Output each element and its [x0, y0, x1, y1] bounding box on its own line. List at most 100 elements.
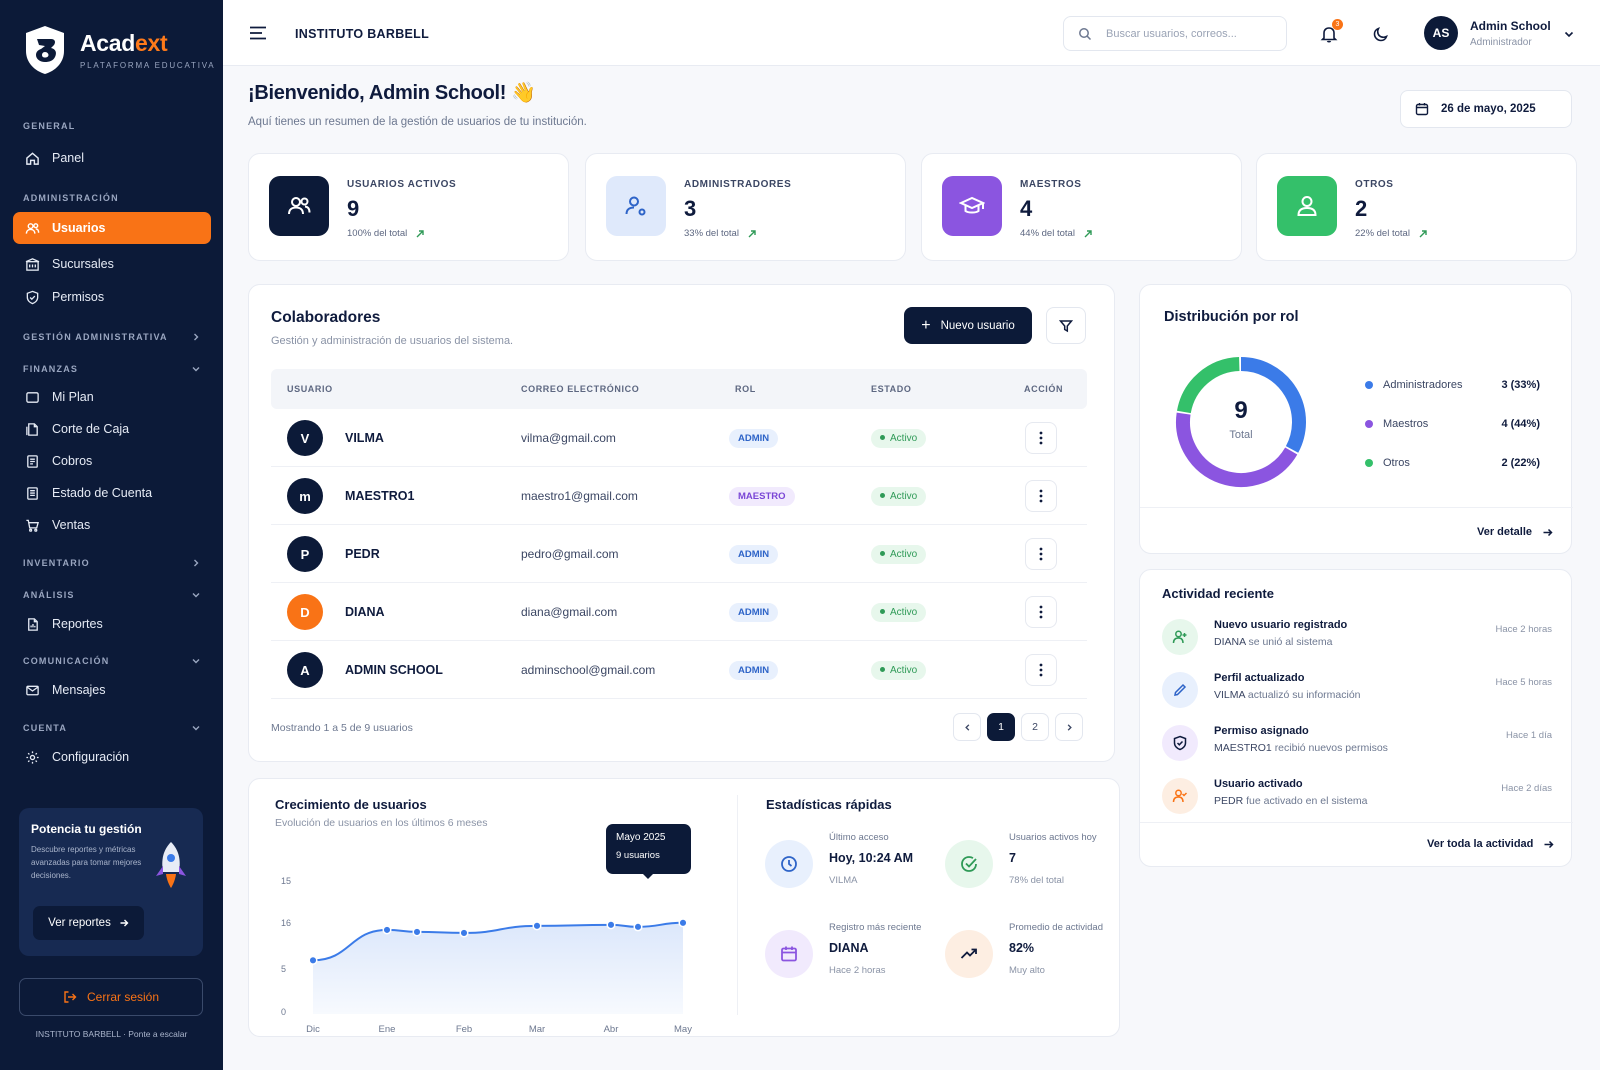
table-row[interactable]: V VILMA vilma@gmail.com ADMIN Activo — [271, 409, 1087, 467]
sidebar-item-panel[interactable]: Panel — [13, 142, 211, 174]
logout-button[interactable]: Cerrar sesión — [19, 978, 203, 1016]
sidebar-item-mensajes[interactable]: Mensajes — [13, 674, 211, 706]
section-finanzas[interactable]: FINANZAS — [23, 364, 201, 374]
status-badge: Activo — [871, 429, 927, 448]
chevron-right-icon — [194, 333, 199, 341]
quick-stat-sub: VILMA — [829, 875, 858, 886]
section-cuenta[interactable]: CUENTA — [23, 723, 201, 733]
sidebar-item-ventas[interactable]: Ventas — [13, 509, 211, 541]
section-analisis[interactable]: ANÁLISIS — [23, 590, 201, 600]
distribution-title: Distribución por rol — [1164, 309, 1299, 325]
check-circle-icon — [961, 856, 977, 872]
brand-logo[interactable]: Acadext PLATAFORMA EDUCATIVA — [22, 24, 215, 76]
view-all-activity-link[interactable]: Ver toda la actividad — [1427, 838, 1554, 850]
pagination-next[interactable] — [1055, 713, 1083, 741]
stat-value: 9 — [347, 196, 360, 221]
table-row[interactable]: A ADMIN SCHOOL adminschool@gmail.com ADM… — [271, 641, 1087, 699]
stat-card-active-users: USUARIOS ACTIVOS 9 100% del total — [248, 153, 569, 261]
quick-stat-sub: Hace 2 horas — [829, 965, 886, 976]
stat-value: 4 — [1020, 196, 1033, 221]
pagination-page[interactable]: 2 — [1021, 713, 1049, 741]
sidebar-item-usuarios[interactable]: Usuarios — [13, 212, 211, 244]
receipt-icon — [27, 454, 38, 468]
user-name[interactable]: Admin School — [1470, 19, 1551, 33]
quick-stat-icon-box — [765, 840, 813, 888]
brand-name: Acadext — [80, 30, 168, 56]
table-row[interactable]: P PEDR pedro@gmail.com ADMIN Activo — [271, 525, 1087, 583]
section-gestion[interactable]: GESTIÓN ADMINISTRATIVA — [23, 332, 201, 342]
user-email: adminschool@gmail.com — [521, 663, 656, 677]
sidebar-item-miplan[interactable]: Mi Plan — [13, 381, 211, 413]
x-tick-label: Abr — [604, 1024, 619, 1035]
col-rol[interactable]: ROL — [735, 384, 756, 394]
quick-stat-value: DIANA — [829, 941, 869, 955]
section-comunicacion[interactable]: COMUNICACIÓN — [23, 656, 201, 666]
donut-center-value: 9 — [1234, 397, 1248, 424]
activity-item[interactable]: Permiso asignado MAESTRO1 recibió nuevos… — [1162, 725, 1552, 775]
sidebar-item-corte[interactable]: Corte de Caja — [13, 413, 211, 445]
activity-item[interactable]: Perfil actualizado VILMA actualizó su in… — [1162, 672, 1552, 722]
user-email: maestro1@gmail.com — [521, 489, 638, 503]
sidebar-item-configuracion[interactable]: Configuración — [13, 741, 211, 773]
section-general: GENERAL — [23, 121, 76, 131]
date-picker[interactable]: 26 de mayo, 2025 — [1400, 90, 1572, 128]
pagination-page[interactable]: 1 — [987, 713, 1015, 741]
sidebar-item-permisos[interactable]: Permisos — [13, 281, 211, 313]
data-point[interactable] — [382, 925, 392, 935]
data-point[interactable] — [412, 927, 422, 937]
col-estado[interactable]: ESTADO — [871, 384, 911, 394]
data-point[interactable] — [532, 921, 542, 931]
growth-title: Crecimiento de usuarios — [275, 797, 427, 812]
row-actions-button[interactable] — [1025, 654, 1057, 686]
filter-button[interactable] — [1046, 307, 1086, 344]
data-point[interactable] — [606, 920, 616, 930]
user-name: ADMIN SCHOOL — [345, 663, 443, 677]
table-row[interactable]: D DIANA diana@gmail.com ADMIN Activo — [271, 583, 1087, 641]
menu-icon[interactable] — [249, 26, 267, 40]
legend-swatch — [1365, 420, 1373, 428]
data-point[interactable] — [633, 922, 643, 932]
search-input[interactable]: Buscar usuarios, correos... — [1063, 16, 1287, 51]
row-actions-button[interactable] — [1025, 596, 1057, 628]
activity-item[interactable]: Nuevo usuario registrado DIANA se unió a… — [1162, 619, 1552, 669]
stat-card-admins: ADMINISTRADORES 3 33% del total — [585, 153, 906, 261]
new-user-button[interactable]: + Nuevo usuario — [904, 307, 1032, 344]
stat-subtext: 44% del total — [1020, 228, 1093, 239]
user-icon — [1297, 196, 1317, 216]
row-actions-button[interactable] — [1025, 538, 1057, 570]
sidebar-item-label: Configuración — [52, 750, 130, 764]
trend-up-icon — [1084, 229, 1092, 237]
pagination-prev[interactable] — [953, 713, 981, 741]
moon-icon[interactable] — [1372, 25, 1390, 43]
avatar[interactable]: AS — [1424, 16, 1458, 50]
col-usuario[interactable]: USUARIO — [287, 384, 333, 394]
data-point[interactable] — [308, 955, 318, 965]
sidebar: Acadext PLATAFORMA EDUCATIVA GENERAL Pan… — [0, 0, 223, 1070]
table-row[interactable]: m MAESTRO1 maestro1@gmail.com MAESTRO Ac… — [271, 467, 1087, 525]
search-placeholder: Buscar usuarios, correos... — [1106, 27, 1237, 40]
activity-icon-box — [1162, 778, 1198, 814]
col-correo[interactable]: CORREO ELECTRÓNICO — [521, 384, 639, 394]
data-point[interactable] — [459, 928, 469, 938]
sidebar-item-cobros[interactable]: Cobros — [13, 445, 211, 477]
x-tick-label: May — [674, 1024, 692, 1035]
row-actions-button[interactable] — [1025, 422, 1057, 454]
plus-icon: + — [921, 316, 931, 334]
chevron-down-icon — [192, 659, 200, 664]
sidebar-item-sucursales[interactable]: Sucursales — [13, 248, 211, 280]
chevron-down-icon[interactable] — [1563, 28, 1575, 40]
sidebar-item-label: Usuarios — [52, 221, 106, 235]
sidebar-item-estado[interactable]: Estado de Cuenta — [13, 477, 211, 509]
section-inventario[interactable]: INVENTARIO — [23, 558, 201, 568]
view-reports-button[interactable]: Ver reportes — [33, 906, 144, 940]
x-tick-label: Ene — [379, 1024, 396, 1035]
activity-item[interactable]: Usuario activado PEDR fue activado en el… — [1162, 778, 1552, 828]
more-vertical-icon — [1039, 489, 1043, 503]
activity-icon-box — [1162, 672, 1198, 708]
data-point[interactable] — [678, 918, 688, 928]
sidebar-item-reportes[interactable]: Reportes — [13, 608, 211, 640]
chevron-left-icon — [964, 723, 969, 731]
view-detail-link[interactable]: Ver detalle — [1477, 526, 1553, 538]
row-actions-button[interactable] — [1025, 480, 1057, 512]
quick-stat: Usuarios activos hoy 7 78% del total — [945, 832, 1115, 912]
